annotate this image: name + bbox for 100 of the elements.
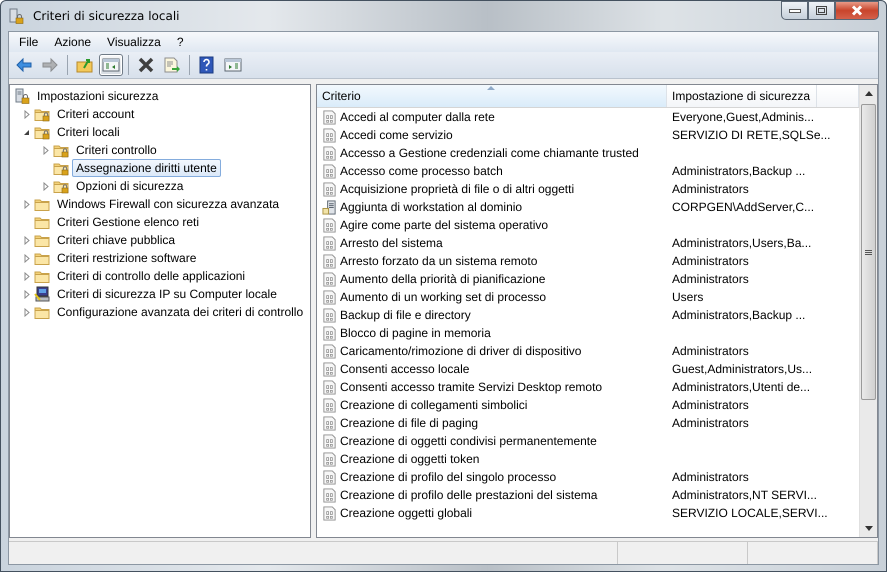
table-cell: Administrators,Utenti de... <box>672 380 810 394</box>
tree-item[interactable]: Criteri chiave pubblica <box>53 231 180 249</box>
table-cell: Creazione di oggetti condivisi permanentemente <box>340 434 597 448</box>
policy-icon <box>322 110 337 124</box>
table-cell: Arresto del sistema <box>340 236 443 250</box>
table-cell: SERVIZIO DI RETE,SQLSe... <box>672 128 830 142</box>
table-cell: Creazione di file di paging <box>340 416 478 430</box>
expand-arrow-icon[interactable] <box>22 200 30 208</box>
window-title: Criteri di sicurezza locali <box>33 9 180 23</box>
policy-icon <box>322 506 337 520</box>
policy-icon <box>322 344 337 358</box>
policy-icon <box>322 488 337 502</box>
scroll-down-arrow-icon[interactable] <box>864 526 872 531</box>
table-cell: Arresto forzato da un sistema remoto <box>340 254 538 268</box>
expand-arrow-icon[interactable] <box>40 182 50 190</box>
policy-icon <box>322 254 337 268</box>
table-cell: Users <box>672 290 704 304</box>
scroll-up-arrow-icon[interactable] <box>864 91 872 96</box>
column-header[interactable]: Impostazione di sicurezza <box>667 85 817 107</box>
policy-icon <box>322 326 337 340</box>
table-cell: Consenti accesso tramite Servizi Desktop remoto <box>340 380 602 394</box>
table-cell: Creazione di profilo del singolo processo <box>340 470 556 484</box>
policy-icon <box>322 398 337 412</box>
grip-icon <box>865 250 872 254</box>
minimize-button[interactable] <box>781 1 808 20</box>
expand-arrow-icon[interactable] <box>22 236 30 244</box>
table-cell: Administrators <box>672 254 749 268</box>
expand-arrow-icon[interactable] <box>22 110 30 118</box>
table-cell: Creazione di collegamenti simbolici <box>340 398 528 412</box>
table-cell: Administrators,Users,Ba... <box>672 236 812 250</box>
policy-icon <box>322 380 337 394</box>
menu-item[interactable]: ? <box>168 34 192 50</box>
table-cell: Consenti accesso locale <box>340 362 470 376</box>
scroll-thumb[interactable] <box>861 104 876 400</box>
menu-item[interactable]: Visualizza <box>99 34 169 50</box>
server-lock-icon <box>8 8 24 24</box>
policy-icon <box>322 218 337 232</box>
table-cell: Aggiunta di workstation al dominio <box>340 200 522 214</box>
tree-item[interactable]: Assegnazione diritti utente <box>72 159 221 177</box>
expand-arrow-icon[interactable] <box>22 254 30 262</box>
policy-icon <box>322 308 337 322</box>
policy-icon <box>322 272 337 286</box>
policy-icon <box>322 146 337 160</box>
tree-item[interactable]: Windows Firewall con sicurezza avanzata <box>53 195 284 213</box>
maximize-button[interactable] <box>808 1 835 20</box>
table-cell: SERVIZIO LOCALE,SERVI... <box>672 506 828 520</box>
table-cell: Caricamento/rimozione di driver di dispositivo <box>340 344 582 358</box>
policy-icon <box>322 290 337 304</box>
table-cell: Administrators <box>672 416 749 430</box>
computer-key-icon <box>34 286 50 302</box>
maximize-icon <box>816 6 827 15</box>
table-cell: Administrators,NT SERVI... <box>672 488 817 502</box>
expand-arrow-icon[interactable] <box>40 146 50 154</box>
tree-item[interactable]: Opzioni di sicurezza <box>72 177 188 195</box>
policy-icon <box>322 470 337 484</box>
tree-item[interactable]: Criteri di controllo delle applicazioni <box>53 267 250 285</box>
policy-icon <box>322 164 337 178</box>
policy-icon <box>322 362 337 376</box>
table-cell: Administrators <box>672 182 749 196</box>
policy-icon <box>322 128 337 142</box>
close-icon <box>851 5 863 16</box>
expand-arrow-icon[interactable] <box>22 308 30 316</box>
tree-item[interactable]: Impostazioni sicurezza <box>33 87 162 105</box>
table-cell: Agire come parte del sistema operativo <box>340 218 548 232</box>
table-cell: Everyone,Guest,Adminis... <box>672 110 814 124</box>
policy-icon <box>322 182 337 196</box>
tree-item[interactable]: Criteri controllo <box>72 141 161 159</box>
tree-item[interactable]: Criteri account <box>53 105 138 123</box>
column-header[interactable]: Criterio <box>317 85 667 107</box>
tree-item[interactable]: Criteri restrizione software <box>53 249 200 267</box>
menu-item[interactable]: File <box>11 34 46 50</box>
table-cell: Creazione oggetti globali <box>340 506 472 520</box>
expand-arrow-icon[interactable] <box>22 272 30 280</box>
tree-item[interactable]: Criteri Gestione elenco reti <box>53 213 204 231</box>
table-cell: Guest,Administrators,Us... <box>672 362 812 376</box>
policy-icon <box>322 236 337 250</box>
policy-icon <box>322 416 337 430</box>
table-cell: Creazione di oggetti token <box>340 452 480 466</box>
minimize-icon <box>788 8 800 12</box>
table-cell: Administrators,Backup ... <box>672 164 806 178</box>
table-cell: CORPGEN\AddServer,C... <box>672 200 814 214</box>
tree-item[interactable]: Configurazione avanzata dei criteri di controllo <box>53 303 308 321</box>
server-lock-icon <box>14 88 30 104</box>
close-button[interactable] <box>835 1 879 20</box>
table-cell: Backup di file e directory <box>340 308 471 322</box>
expand-arrow-icon[interactable] <box>22 290 30 298</box>
tree-item[interactable]: Criteri di sicurezza IP su Computer locale <box>53 285 281 303</box>
table-cell: Administrators <box>672 470 749 484</box>
table-cell: Administrators <box>672 344 749 358</box>
table-cell: Aumento di un working set di processo <box>340 290 546 304</box>
sort-arrow-icon <box>487 85 495 90</box>
table-cell: Accedi al computer dalla rete <box>340 110 495 124</box>
tree-item[interactable]: Criteri locali <box>53 123 124 141</box>
tree-pane-button[interactable] <box>99 54 123 76</box>
policy-icon <box>322 434 337 448</box>
table-cell: Accesso come processo batch <box>340 164 503 178</box>
table-cell: Acquisizione proprietà di file o di altri oggetti <box>340 182 574 196</box>
table-cell: Administrators <box>672 272 749 286</box>
collapse-arrow-icon[interactable] <box>22 128 30 136</box>
menu-item[interactable]: Azione <box>46 34 100 50</box>
